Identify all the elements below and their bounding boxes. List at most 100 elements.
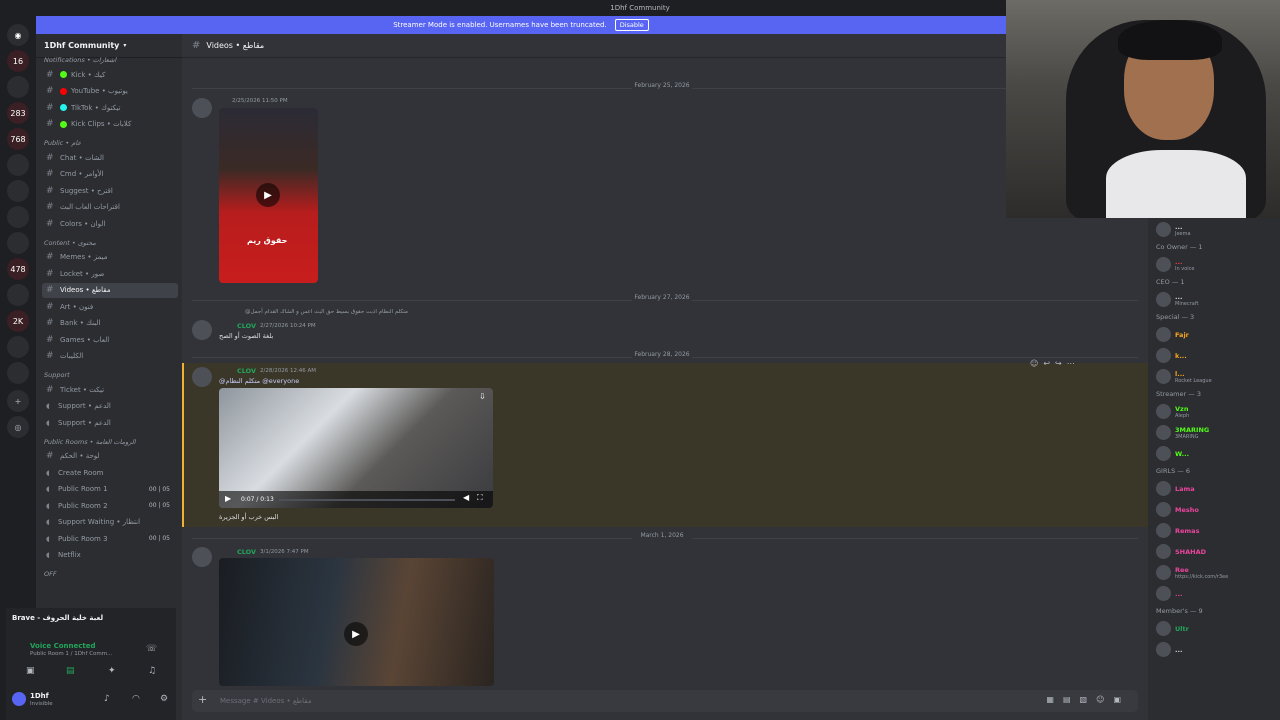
member-item[interactable]: ...: [1156, 586, 1182, 601]
text-channel[interactable]: # Memes • ميمز: [42, 250, 178, 265]
soundboard-icon[interactable]: ♫: [148, 666, 156, 676]
gif-icon[interactable]: ▤: [1063, 695, 1080, 704]
text-channel[interactable]: # Colors • الوان: [42, 216, 178, 231]
sticker-icon[interactable]: ▧: [1080, 695, 1097, 704]
avatar[interactable]: [192, 547, 212, 567]
play-icon[interactable]: ▶: [225, 494, 231, 503]
play-icon[interactable]: ▶: [344, 622, 368, 646]
avatar[interactable]: [192, 320, 212, 340]
screen-share-icon[interactable]: ▤: [66, 666, 75, 676]
apps-icon[interactable]: ▣: [1113, 695, 1130, 704]
voice-channel[interactable]: Public Room 1 / 1Dhf Comm...: [30, 651, 112, 657]
member-item[interactable]: Ree https://kick.com/r3ee: [1156, 565, 1228, 580]
more-icon[interactable]: ⋯: [1067, 359, 1080, 368]
text-channel[interactable]: # TikTok • تيكتوك: [42, 100, 178, 115]
server-icon[interactable]: 768: [7, 128, 29, 150]
mention-text[interactable]: @متكلم النظام @everyone: [219, 377, 299, 385]
member-item[interactable]: Mesho: [1156, 502, 1199, 517]
download-icon[interactable]: ⇩: [479, 392, 486, 401]
reply-preview[interactable]: @متكلم النظام اذبت حقوق بسيط حق البث اعس…: [245, 309, 408, 315]
emoji-icon[interactable]: ☺: [1096, 695, 1113, 704]
member-item[interactable]: ... In voice: [1156, 257, 1194, 272]
add-attachment-icon[interactable]: +: [198, 693, 207, 706]
server-icon[interactable]: 478: [7, 258, 29, 280]
member-item[interactable]: Ultr: [1156, 621, 1189, 636]
server-icon[interactable]: 2K: [7, 310, 29, 332]
video-thumbnail[interactable]: ▶ حقوق ريم: [219, 108, 318, 283]
discover-icon[interactable]: ◎: [7, 416, 29, 438]
voice-channel[interactable]: ◖ Support Waiting • انتظار: [42, 515, 178, 530]
server-icon[interactable]: 16: [7, 50, 29, 72]
voice-channel[interactable]: ◖ Support • الدعم: [42, 399, 178, 414]
text-channel[interactable]: # Locket • صور: [42, 266, 178, 281]
text-channel[interactable]: # YouTube • يوتيوب: [42, 84, 178, 99]
reply-icon[interactable]: ↩: [1043, 359, 1055, 368]
voice-channel[interactable]: ◖ Public Room 3 00 | 05: [42, 531, 178, 546]
channel-category[interactable]: OFF: [44, 570, 57, 578]
text-channel[interactable]: # Kick • كيك: [42, 67, 178, 82]
member-item[interactable]: ...: [1156, 642, 1182, 657]
member-item[interactable]: SHAHAD: [1156, 544, 1206, 559]
disable-streamer-mode-button[interactable]: Disable: [614, 19, 649, 31]
server-icon[interactable]: [7, 232, 29, 254]
member-item[interactable]: ... Jeema: [1156, 222, 1191, 237]
channel-category[interactable]: Public • عام: [44, 139, 81, 147]
avatar[interactable]: [12, 692, 26, 706]
text-channel[interactable]: # لوحة • الحكم: [42, 449, 178, 464]
text-channel[interactable]: # Art • فنون: [42, 299, 178, 314]
direct-messages-icon[interactable]: ◉: [7, 24, 29, 46]
message-author[interactable]: CLOV: [237, 548, 256, 556]
text-channel[interactable]: # الكليبات: [42, 349, 178, 364]
member-item[interactable]: Vzn Aleph: [1156, 404, 1189, 419]
channel-category[interactable]: Support: [44, 371, 70, 379]
voice-channel[interactable]: ◖ Netflix: [42, 548, 178, 563]
gift-icon[interactable]: ▦: [1046, 695, 1063, 704]
text-channel[interactable]: # Games • العاب: [42, 332, 178, 347]
voice-channel[interactable]: ◖ Public Room 2 00 | 05: [42, 498, 178, 513]
text-channel[interactable]: # Suggest • اقترح: [42, 183, 178, 198]
text-channel[interactable]: # Ticket • تيكت: [42, 382, 178, 397]
seek-bar[interactable]: [279, 499, 455, 501]
message-author[interactable]: CLOV: [237, 322, 256, 330]
disconnect-icon[interactable]: ☏: [146, 644, 157, 654]
video-player[interactable]: ⇩ ▶ 0:07 / 0:13 ◀ ⛶: [219, 388, 493, 508]
member-item[interactable]: Fajr: [1156, 327, 1189, 342]
channel-category[interactable]: Content • محتوى: [44, 239, 96, 247]
text-channel[interactable]: # اقتراحات العاب البث: [42, 200, 178, 215]
server-icon[interactable]: [7, 76, 29, 98]
forward-icon[interactable]: ↪: [1055, 359, 1067, 368]
member-item[interactable]: W...: [1156, 446, 1189, 461]
member-item[interactable]: k...: [1156, 348, 1187, 363]
server-icon[interactable]: [7, 154, 29, 176]
voice-channel[interactable]: ◖ Public Room 1 00 | 05: [42, 482, 178, 497]
volume-icon[interactable]: ◀: [463, 493, 469, 502]
text-channel[interactable]: # Chat • الشات: [42, 150, 178, 165]
server-icon[interactable]: [7, 336, 29, 358]
add-server-icon[interactable]: +: [7, 390, 29, 412]
text-channel[interactable]: # Bank • البنك: [42, 316, 178, 331]
voice-channel[interactable]: ◖ Support • الدعم: [42, 415, 178, 430]
text-channel[interactable]: # Cmd • الأوامر: [42, 167, 178, 182]
video-thumbnail[interactable]: ▶: [219, 558, 494, 686]
avatar[interactable]: [192, 98, 212, 118]
member-item[interactable]: Remas: [1156, 523, 1199, 538]
channel-category[interactable]: Notifications • اشعارات: [44, 56, 116, 64]
settings-icon[interactable]: ⚙: [160, 694, 168, 704]
server-name-header[interactable]: 1Dhf Community ▾: [36, 34, 182, 58]
server-icon[interactable]: 283: [7, 102, 29, 124]
server-icon[interactable]: [7, 362, 29, 384]
server-icon[interactable]: [7, 284, 29, 306]
play-icon[interactable]: ▶: [256, 183, 280, 207]
fullscreen-icon[interactable]: ⛶: [477, 493, 483, 503]
avatar[interactable]: [192, 367, 212, 387]
message-author[interactable]: CLOV: [237, 367, 256, 375]
channel-category[interactable]: Public Rooms • الرومات العامة: [44, 438, 136, 446]
server-icon[interactable]: [7, 206, 29, 228]
headphones-icon[interactable]: ◠: [132, 694, 140, 704]
server-icon[interactable]: [7, 180, 29, 202]
camera-icon[interactable]: ▣: [26, 666, 35, 676]
activities-icon[interactable]: ✦: [108, 666, 116, 676]
member-item[interactable]: 3MARING 3MARING: [1156, 425, 1209, 440]
reaction-icon[interactable]: ☺: [1030, 359, 1043, 368]
text-channel[interactable]: # Kick Clips • كلابات: [42, 117, 178, 132]
